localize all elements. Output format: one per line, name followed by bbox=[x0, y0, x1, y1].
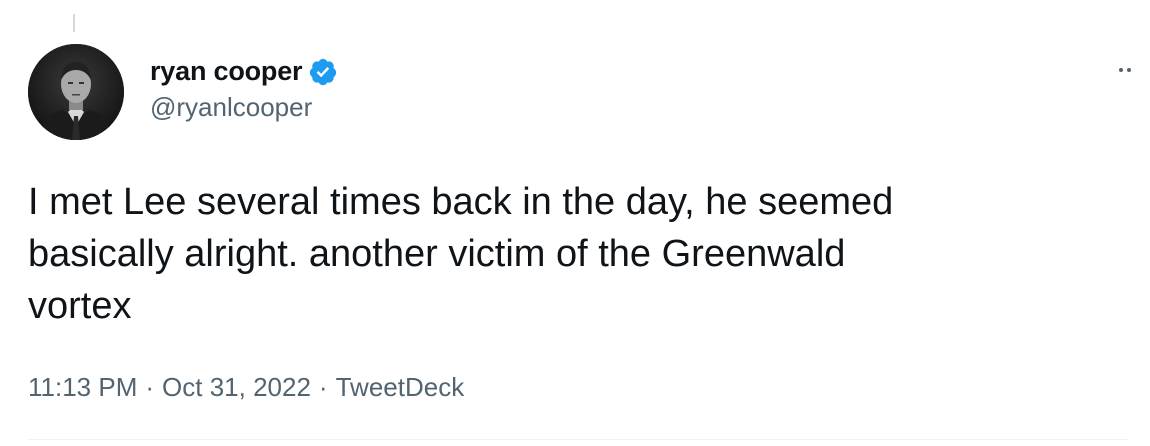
author-display-name[interactable]: ryan cooper bbox=[150, 56, 303, 87]
avatar[interactable] bbox=[28, 44, 124, 140]
tweet-text-line: vortex bbox=[28, 285, 132, 327]
tweet-text: I met Lee several times back in the day,… bbox=[28, 176, 1118, 332]
more-options-icon[interactable] bbox=[1112, 60, 1142, 80]
author-handle[interactable]: @ryanlcooper bbox=[150, 92, 312, 123]
verified-badge-icon bbox=[308, 57, 338, 87]
tweet-source[interactable]: TweetDeck bbox=[336, 372, 465, 403]
tweet-text-line: basically alright. another victim of the… bbox=[28, 233, 846, 275]
meta-separator: · bbox=[318, 372, 328, 402]
avatar-photo bbox=[28, 44, 124, 140]
thread-connector-line bbox=[73, 14, 75, 32]
author-name-row: ryan cooper bbox=[150, 54, 338, 88]
tweet-metadata: 11:13 PM · Oct 31, 2022 · TweetDeck bbox=[28, 372, 464, 403]
tweet-card: ryan cooper @ryanlcooper I met Lee sever… bbox=[0, 0, 1150, 446]
tweet-date[interactable]: Oct 31, 2022 bbox=[162, 372, 311, 403]
meta-separator: · bbox=[145, 372, 155, 402]
tweet-time[interactable]: 11:13 PM bbox=[28, 372, 137, 403]
tweet-text-line: I met Lee several times back in the day,… bbox=[28, 181, 894, 223]
divider bbox=[28, 439, 1128, 440]
